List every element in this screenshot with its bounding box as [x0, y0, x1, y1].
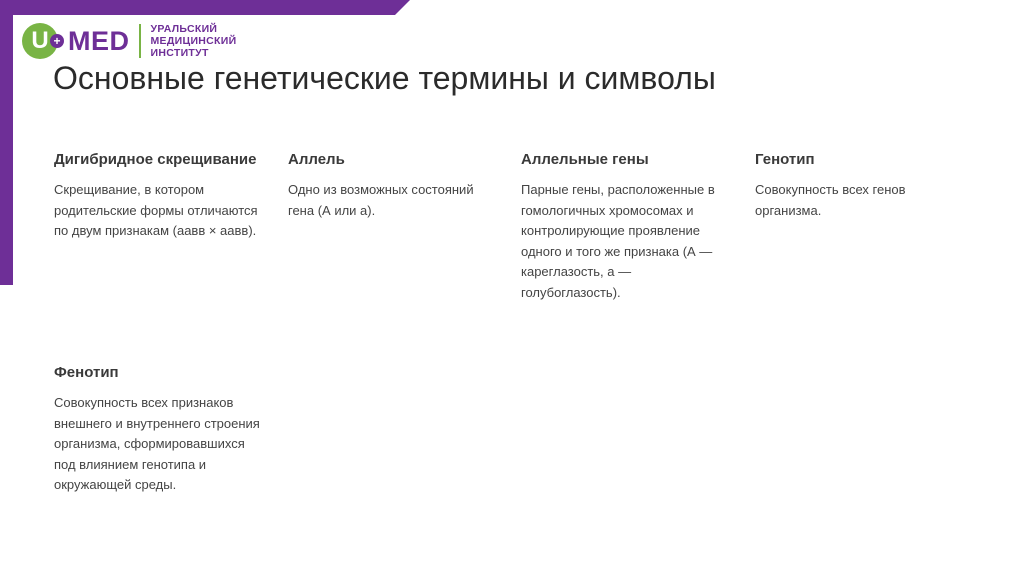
term-name: Генотип	[755, 151, 815, 168]
term-dihybrid-cross: Дигибридное скрещивание Скрещивание, в к…	[54, 150, 264, 242]
term-phenotype: Фенотип Совокупность всех признаков внеш…	[54, 363, 264, 496]
caption-line: ИНСТИТУТ	[150, 47, 209, 59]
institute-caption: УРАЛЬСКИЙ МЕДИЦИНСКИЙ ИНСТИТУТ	[151, 23, 237, 59]
term-genotype: Генотип Совокупность всех генов организм…	[755, 150, 965, 221]
umed-logo: U + MED УРАЛЬСКИЙ МЕДИЦИНСКИЙ ИНСТИТУТ	[22, 22, 236, 60]
page-title: Основные генетические термины и символы	[53, 60, 716, 96]
term-allele: Аллель Одно из возможных состояний гена …	[288, 150, 498, 221]
top-accent-bar	[0, 0, 410, 15]
logo-divider	[138, 24, 141, 58]
logo-text: MED	[68, 25, 130, 56]
term-name: Аллельные гены	[521, 151, 649, 168]
term-description: Совокупность всех признаков внешнего и в…	[54, 395, 260, 492]
logo-plus-icon: +	[50, 34, 64, 48]
caption-line: МЕДИЦИНСКИЙ	[150, 35, 237, 47]
term-name: Фенотип	[54, 364, 119, 381]
left-accent-bar	[0, 0, 13, 285]
term-name: Аллель	[288, 151, 345, 168]
term-description: Парные гены, расположенные в гомологичны…	[521, 182, 715, 300]
term-description: Одно из возможных состояний гена (А или …	[288, 182, 474, 218]
logo-letter: U	[31, 27, 49, 54]
term-description: Совокупность всех генов организма.	[755, 182, 906, 218]
term-allelic-genes: Аллельные гены Парные гены, расположенны…	[521, 150, 731, 303]
logo-mark: U +	[22, 23, 64, 59]
term-name: Дигибридное скрещивание	[54, 151, 257, 168]
caption-line: УРАЛЬСКИЙ	[150, 23, 218, 35]
term-description: Скрещивание, в котором родительские форм…	[54, 182, 258, 238]
